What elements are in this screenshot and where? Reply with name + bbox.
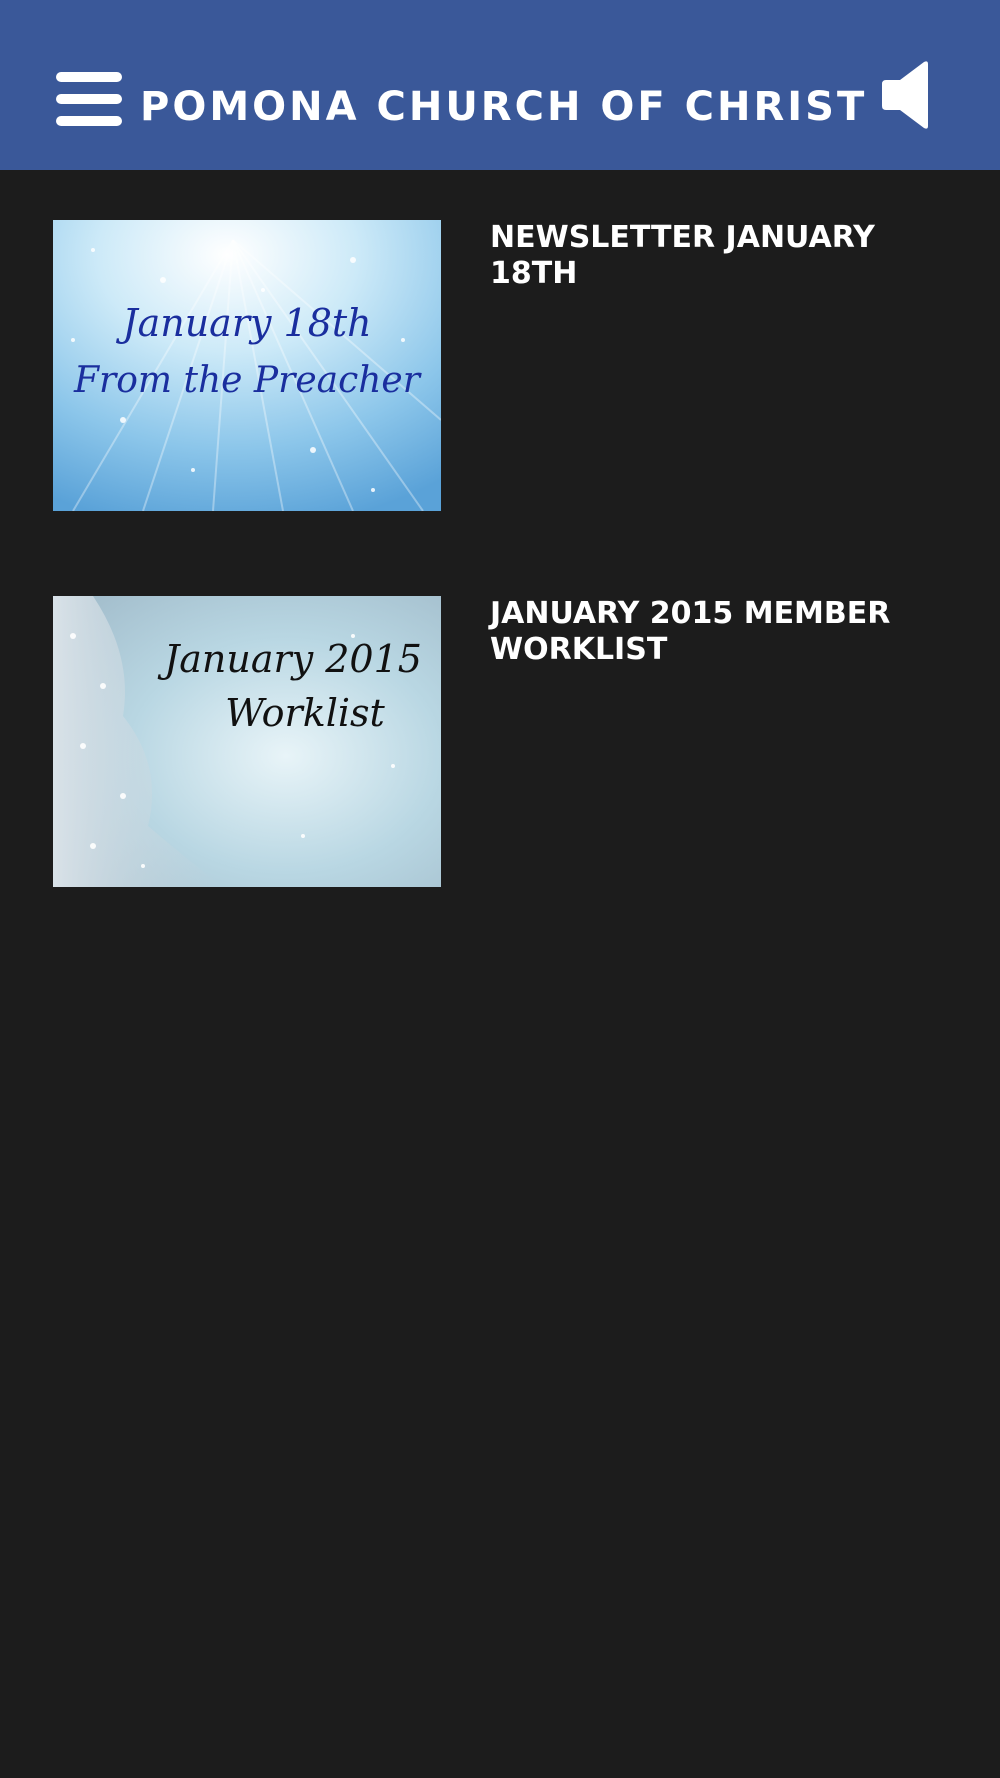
site-title: POMONA CHURCH OF CHRIST bbox=[140, 84, 868, 130]
top-bar: POMONA CHURCH OF CHRIST bbox=[0, 0, 1000, 170]
thumbnail-caption-line-1: January 18th bbox=[115, 301, 371, 345]
app-screen: POMONA CHURCH OF CHRIST January 18th Fro… bbox=[0, 0, 1000, 1778]
thumbnail-caption-line-2: From the Preacher bbox=[73, 360, 422, 401]
post-title[interactable]: NEWSLETTER JANUARY 18TH bbox=[490, 220, 910, 292]
menu-bar-bottom bbox=[56, 116, 122, 126]
post-thumbnail[interactable]: January 18th From the Preacher bbox=[53, 220, 441, 511]
speaker-icon[interactable] bbox=[880, 58, 936, 132]
post-item[interactable]: January 18th From the Preacher NEWSLETTE… bbox=[0, 220, 1000, 520]
thumbnail-image: January 2015 Worklist bbox=[53, 596, 441, 887]
thumbnail-image: January 18th From the Preacher bbox=[53, 220, 441, 511]
thumbnail-caption-line-1: January 2015 bbox=[157, 637, 422, 681]
speaker-glyph bbox=[882, 61, 928, 129]
thumbnail-caption-line-2: Worklist bbox=[225, 691, 385, 735]
post-title[interactable]: JANUARY 2015 MEMBER WORKLIST bbox=[490, 596, 910, 668]
post-thumbnail[interactable]: January 2015 Worklist bbox=[53, 596, 441, 887]
hamburger-menu-icon[interactable] bbox=[56, 72, 122, 128]
menu-bar-middle bbox=[56, 94, 122, 104]
post-item[interactable]: January 2015 Worklist JANUARY 2015 MEMBE… bbox=[0, 596, 1000, 896]
menu-bar-top bbox=[56, 72, 122, 82]
